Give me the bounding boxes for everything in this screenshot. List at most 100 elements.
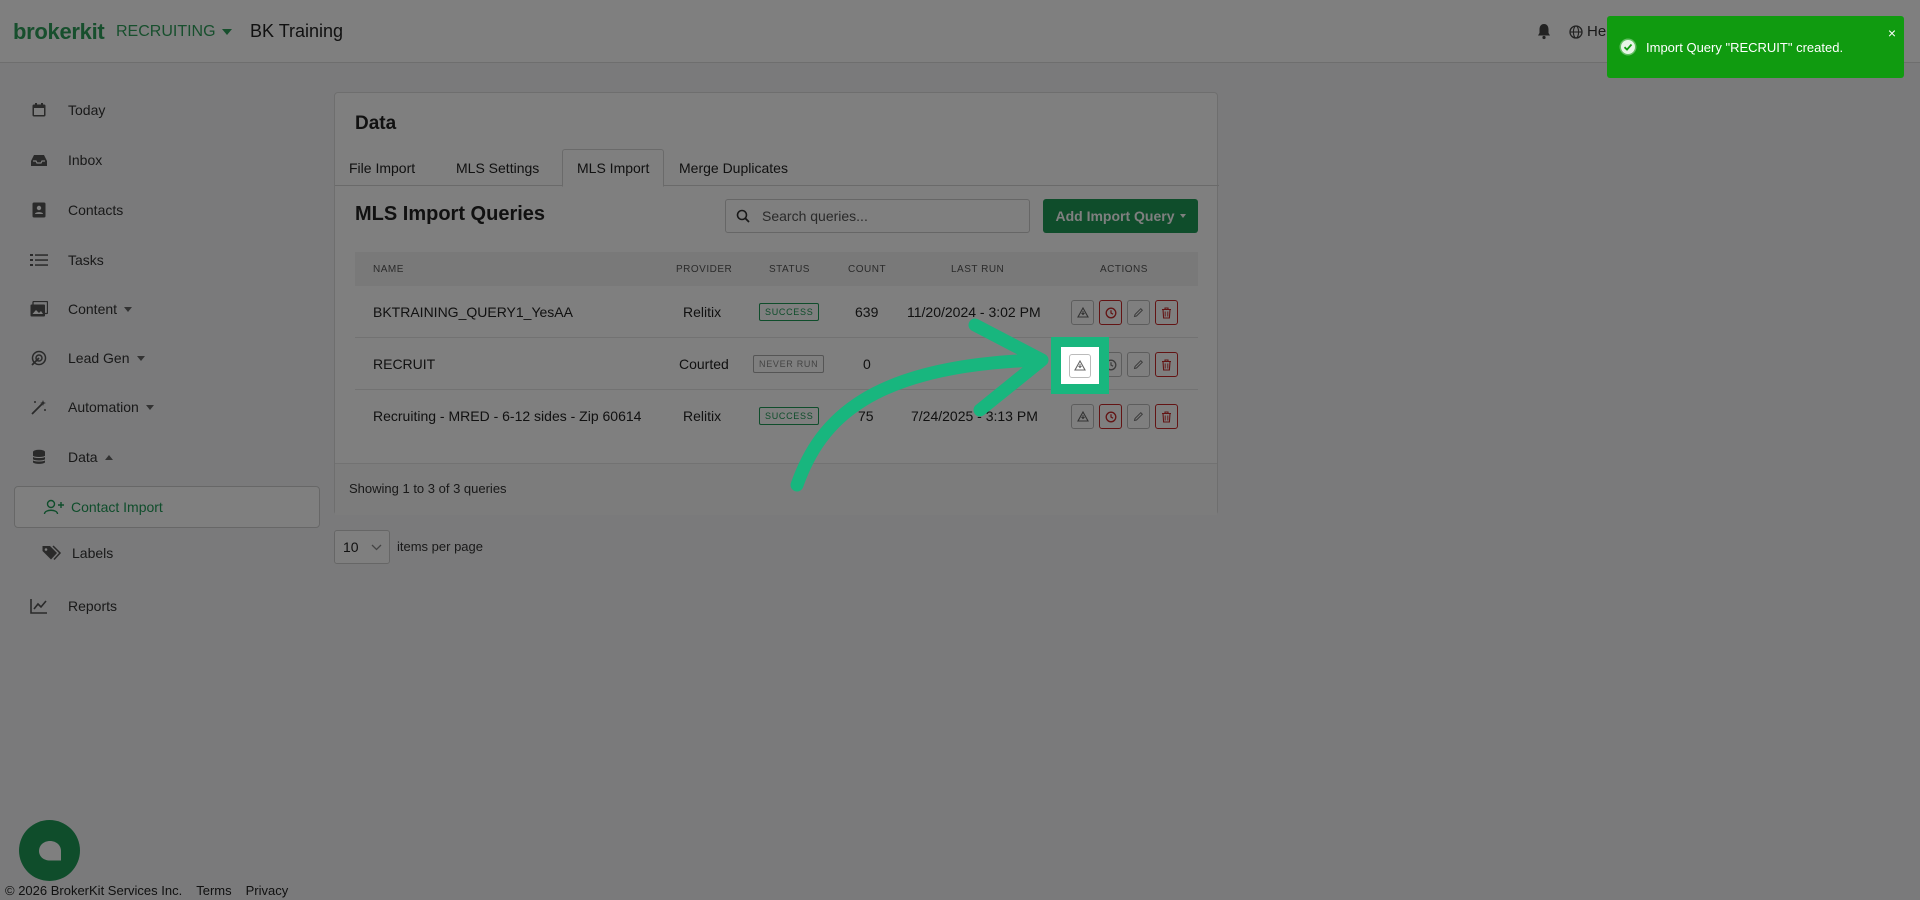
sidebar-item-label: Reports xyxy=(68,598,118,614)
column-header-last-run[interactable]: LAST RUN xyxy=(951,252,1004,286)
trash-icon xyxy=(1162,306,1171,319)
search-box xyxy=(725,199,1030,233)
bell-icon[interactable] xyxy=(1535,22,1553,40)
org-label: RECRUITING xyxy=(116,23,216,40)
sidebar-item-contacts[interactable]: Contacts xyxy=(30,195,123,225)
copyright-text: © 2026 BrokerKit Services Inc. xyxy=(5,883,183,898)
chevron-down-icon xyxy=(124,306,133,312)
data-card: Data File Import MLS Settings MLS Import… xyxy=(334,92,1219,515)
tutorial-arrow-icon xyxy=(790,318,1049,492)
chat-icon xyxy=(38,840,61,860)
edit-button[interactable] xyxy=(1127,404,1150,429)
chevron-up-icon xyxy=(104,454,113,460)
sidebar-item-label: Content xyxy=(68,301,118,317)
results-summary: Showing 1 to 3 of 3 queries xyxy=(349,481,507,496)
add-import-query-button[interactable]: Add Import Query xyxy=(1043,199,1198,233)
page-footer: © 2026 BrokerKit Services Inc. Terms Pri… xyxy=(5,883,288,898)
help-menu[interactable]: He xyxy=(1569,23,1606,40)
pencil-icon xyxy=(1133,359,1144,370)
chat-widget-button[interactable] xyxy=(19,820,80,881)
search-icon xyxy=(736,209,750,223)
clock-icon xyxy=(1105,307,1116,318)
sidebar-item-today[interactable]: Today xyxy=(30,95,105,125)
close-icon[interactable]: × xyxy=(1888,25,1896,41)
edit-button[interactable] xyxy=(1127,352,1150,377)
tab-merge-duplicates[interactable]: Merge Duplicates xyxy=(665,149,802,186)
search-input[interactable] xyxy=(762,208,1012,224)
sidebar-item-data[interactable]: Data xyxy=(30,442,113,472)
sidebar-item-contact-import[interactable]: Contact Import xyxy=(14,486,320,528)
chevron-down-icon xyxy=(136,355,145,361)
query-name[interactable]: BKTRAINING_QUERY1_YesAA xyxy=(373,286,573,338)
table-header: NAME PROVIDER STATUS COUNT LAST RUN ACTI… xyxy=(355,252,1198,286)
page-title: Data xyxy=(355,113,397,134)
org-switcher[interactable]: RECRUITING xyxy=(116,23,232,41)
labels-icon xyxy=(42,545,62,561)
tab-mls-import[interactable]: MLS Import xyxy=(562,149,665,187)
edit-button[interactable] xyxy=(1127,300,1150,325)
lead-gen-icon xyxy=(30,349,48,367)
contacts-icon xyxy=(30,201,48,219)
help-label: He xyxy=(1587,23,1607,40)
tab-mls-settings[interactable]: MLS Settings xyxy=(442,149,553,186)
per-page-value: 10 xyxy=(343,539,359,555)
delete-button[interactable] xyxy=(1155,404,1178,429)
column-header-count[interactable]: COUNT xyxy=(848,252,886,286)
database-icon xyxy=(30,448,48,466)
globe-icon xyxy=(1569,24,1583,39)
run-import-button-highlight xyxy=(1069,353,1091,378)
pencil-icon xyxy=(1133,307,1144,318)
reports-icon xyxy=(30,597,48,615)
run-import-icon xyxy=(1074,360,1086,371)
query-name[interactable]: Recruiting - MRED - 6-12 sides - Zip 606… xyxy=(373,390,641,442)
column-header-name[interactable]: NAME xyxy=(373,252,404,286)
tab-file-import[interactable]: File Import xyxy=(335,149,429,186)
per-page-label: items per page xyxy=(397,539,483,554)
brand-logo[interactable]: brokerkit xyxy=(13,19,105,45)
sidebar-item-labels[interactable]: Labels xyxy=(42,545,113,561)
column-header-provider[interactable]: PROVIDER xyxy=(676,252,732,286)
content-icon xyxy=(30,300,48,318)
sidebar-item-content[interactable]: Content xyxy=(30,294,133,324)
section-title: MLS Import Queries xyxy=(355,203,546,225)
schedule-button[interactable] xyxy=(1099,404,1122,429)
chevron-down-icon xyxy=(145,404,154,410)
toast-message: Import Query "RECRUIT" created. xyxy=(1646,39,1844,55)
sidebar-item-lead-gen[interactable]: Lead Gen xyxy=(30,343,145,373)
sidebar-item-label: Automation xyxy=(68,399,139,415)
sidebar-item-label: Tasks xyxy=(68,252,104,268)
query-name[interactable]: RECRUIT xyxy=(373,338,435,390)
workspace-title: BK Training xyxy=(250,21,344,41)
inbox-icon xyxy=(30,151,48,169)
terms-link[interactable]: Terms xyxy=(196,883,231,898)
query-provider: Courted xyxy=(679,356,729,372)
schedule-button[interactable] xyxy=(1099,300,1122,325)
chevron-down-icon xyxy=(371,544,382,551)
query-provider: Relitix xyxy=(683,408,722,424)
column-header-actions: ACTIONS xyxy=(1100,263,1148,275)
pencil-icon xyxy=(1133,411,1144,422)
sidebar-item-automation[interactable]: Automation xyxy=(30,392,154,422)
highlighted-run-import-button[interactable] xyxy=(1051,337,1109,394)
sidebar-item-reports[interactable]: Reports xyxy=(30,591,117,621)
delete-button[interactable] xyxy=(1155,300,1178,325)
check-circle-icon xyxy=(1619,38,1637,56)
trash-icon xyxy=(1162,358,1171,371)
sidebar-item-label: Labels xyxy=(72,545,114,561)
chevron-down-icon xyxy=(221,28,232,35)
sidebar-item-tasks[interactable]: Tasks xyxy=(30,245,104,275)
sidebar-item-label: Inbox xyxy=(68,152,103,168)
column-header-status[interactable]: STATUS xyxy=(769,252,810,286)
sidebar-item-label: Contacts xyxy=(68,202,124,218)
tab-bar: File Import MLS Settings MLS Import Merg… xyxy=(335,149,1219,187)
per-page-select[interactable]: 10 xyxy=(334,530,390,564)
delete-button[interactable] xyxy=(1155,352,1178,377)
clock-icon xyxy=(1105,411,1116,422)
sidebar-item-label: Lead Gen xyxy=(68,350,130,366)
calendar-icon xyxy=(30,101,48,119)
table-footer: Showing 1 to 3 of 3 queries xyxy=(335,463,1217,515)
tasks-icon xyxy=(30,251,48,269)
sidebar-item-inbox[interactable]: Inbox xyxy=(30,145,102,175)
chevron-down-icon xyxy=(1179,214,1186,218)
privacy-link[interactable]: Privacy xyxy=(246,883,289,898)
